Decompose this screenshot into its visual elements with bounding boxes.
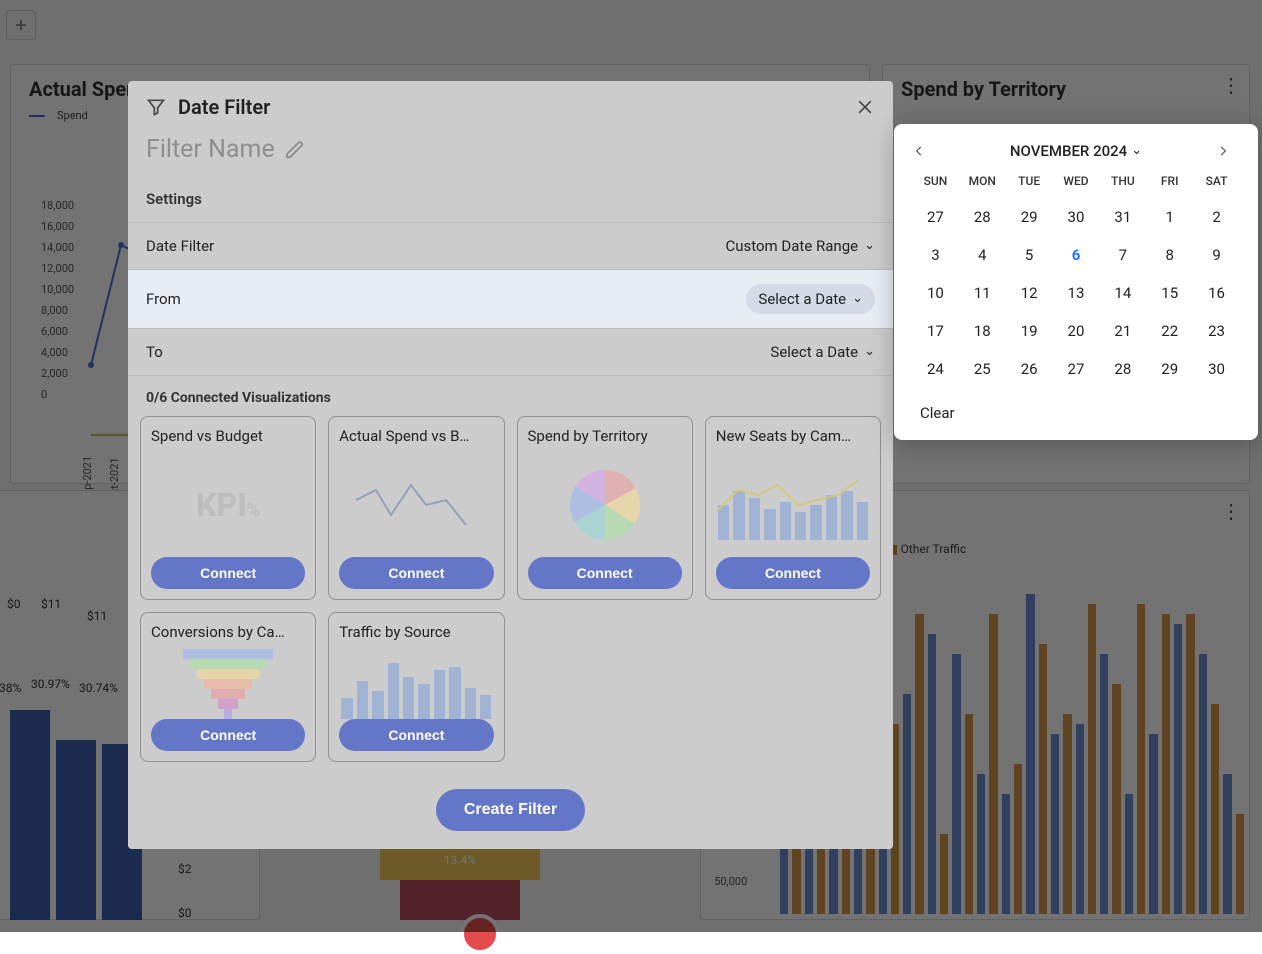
calendar-dow: FRI: [1146, 174, 1193, 188]
calendar-day[interactable]: 30: [1053, 208, 1100, 226]
modal-title: Date Filter: [178, 95, 270, 119]
calendar-day[interactable]: 28: [959, 208, 1006, 226]
calendar-dow: SAT: [1193, 174, 1240, 188]
calendar-day[interactable]: 4: [959, 246, 1006, 264]
modal-header: Date Filter: [128, 81, 893, 131]
calendar-day[interactable]: 16: [1193, 284, 1240, 302]
calendar-day[interactable]: 14: [1099, 284, 1146, 302]
viz-title: Actual Spend vs B…: [339, 427, 493, 445]
calendar-day[interactable]: 6: [1053, 246, 1100, 264]
calendar-day[interactable]: 29: [1006, 208, 1053, 226]
calendar-day[interactable]: 24: [912, 360, 959, 378]
viz-card: Actual Spend vs B… Connect: [328, 416, 504, 600]
setting-label: From: [146, 290, 746, 308]
viz-card: New Seats by Cam… Connect: [705, 416, 881, 600]
calendar-day[interactable]: 27: [912, 208, 959, 226]
viz-preview: [339, 453, 493, 557]
date-picker-header: NOVEMBER 2024: [912, 142, 1240, 160]
calendar-dow: WED: [1053, 174, 1100, 188]
date-filter-select[interactable]: Custom Date Range: [725, 237, 875, 255]
settings-header: Settings: [128, 184, 893, 222]
calendar-day[interactable]: 7: [1099, 246, 1146, 264]
calendar-day[interactable]: 18: [959, 322, 1006, 340]
viz-preview: [716, 453, 870, 557]
connect-button[interactable]: Connect: [716, 557, 870, 589]
calendar-day[interactable]: 22: [1146, 322, 1193, 340]
edit-icon[interactable]: [285, 140, 305, 160]
filter-icon: [146, 97, 166, 117]
viz-card: Conversions by Ca… Connect: [140, 612, 316, 762]
modal-footer: Create Filter: [128, 775, 893, 849]
calendar-day[interactable]: 3: [912, 246, 959, 264]
connect-button[interactable]: Connect: [339, 719, 493, 751]
from-date-select[interactable]: Select a Date: [746, 284, 875, 314]
chevron-down-icon: [864, 343, 875, 361]
chevron-down-icon: [852, 290, 863, 308]
viz-preview: [339, 649, 493, 719]
setting-label: To: [146, 343, 770, 361]
viz-preview: KPI%: [151, 453, 305, 557]
calendar-day[interactable]: 23: [1193, 322, 1240, 340]
calendar-day[interactable]: 5: [1006, 246, 1053, 264]
calendar-day[interactable]: 11: [959, 284, 1006, 302]
visualizations-header: 0/6 Connected Visualizations: [128, 375, 893, 416]
calendar-day[interactable]: 19: [1006, 322, 1053, 340]
calendar-day[interactable]: 17: [912, 322, 959, 340]
setting-label: Date Filter: [146, 237, 725, 255]
date-filter-modal: Date Filter Filter Name Settings Date Fi…: [128, 81, 893, 849]
calendar-day[interactable]: 15: [1146, 284, 1193, 302]
create-filter-button[interactable]: Create Filter: [436, 789, 585, 831]
viz-title: Spend vs Budget: [151, 427, 305, 445]
connect-button[interactable]: Connect: [528, 557, 682, 589]
viz-card: Spend by Territory Connect: [517, 416, 693, 600]
prev-month-button[interactable]: [912, 144, 936, 158]
clear-date-button[interactable]: Clear: [912, 400, 1240, 426]
calendar-day[interactable]: 27: [1053, 360, 1100, 378]
calendar-day[interactable]: 13: [1053, 284, 1100, 302]
date-picker-popover: NOVEMBER 2024 SUNMONTUEWEDTHUFRISAT27282…: [894, 124, 1258, 440]
calendar-day[interactable]: 1: [1146, 208, 1193, 226]
viz-preview: [151, 649, 305, 719]
viz-preview: [528, 453, 682, 557]
close-icon[interactable]: [855, 97, 875, 117]
calendar-dow: MON: [959, 174, 1006, 188]
calendar-day[interactable]: 20: [1053, 322, 1100, 340]
calendar-day[interactable]: 28: [1099, 360, 1146, 378]
to-date-select[interactable]: Select a Date: [770, 343, 875, 361]
viz-title: New Seats by Cam…: [716, 427, 870, 445]
calendar-dow: THU: [1099, 174, 1146, 188]
next-month-button[interactable]: [1216, 144, 1240, 158]
calendar-day[interactable]: 2: [1193, 208, 1240, 226]
calendar-day[interactable]: 8: [1146, 246, 1193, 264]
calendar-day[interactable]: 26: [1006, 360, 1053, 378]
setting-row-from: From Select a Date: [128, 269, 893, 328]
calendar-day[interactable]: 25: [959, 360, 1006, 378]
connect-button[interactable]: Connect: [151, 719, 305, 751]
filter-name-row: Filter Name: [128, 131, 893, 184]
calendar-day[interactable]: 21: [1099, 322, 1146, 340]
viz-card: Spend vs Budget KPI%Connect: [140, 416, 316, 600]
calendar-day[interactable]: 10: [912, 284, 959, 302]
calendar-dow: TUE: [1006, 174, 1053, 188]
setting-row-date-filter: Date Filter Custom Date Range: [128, 222, 893, 269]
connect-button[interactable]: Connect: [151, 557, 305, 589]
calendar-grid: SUNMONTUEWEDTHUFRISAT2728293031123456789…: [912, 174, 1240, 378]
connect-button[interactable]: Connect: [339, 557, 493, 589]
calendar-day[interactable]: 12: [1006, 284, 1053, 302]
month-year-select[interactable]: NOVEMBER 2024: [1010, 142, 1142, 160]
viz-title: Conversions by Ca…: [151, 623, 305, 641]
chevron-down-icon: [1131, 142, 1142, 160]
calendar-day[interactable]: 30: [1193, 360, 1240, 378]
setting-row-to: To Select a Date: [128, 328, 893, 375]
calendar-dow: SUN: [912, 174, 959, 188]
viz-title: Spend by Territory: [528, 427, 682, 445]
viz-title: Traffic by Source: [339, 623, 493, 641]
chevron-down-icon: [864, 237, 875, 255]
filter-name-input[interactable]: Filter Name: [146, 135, 275, 164]
calendar-day[interactable]: 29: [1146, 360, 1193, 378]
calendar-day[interactable]: 31: [1099, 208, 1146, 226]
viz-card: Traffic by Source Connect: [328, 612, 504, 762]
calendar-day[interactable]: 9: [1193, 246, 1240, 264]
visualizations-grid: Spend vs BudgetKPI%ConnectActual Spend v…: [128, 416, 893, 774]
